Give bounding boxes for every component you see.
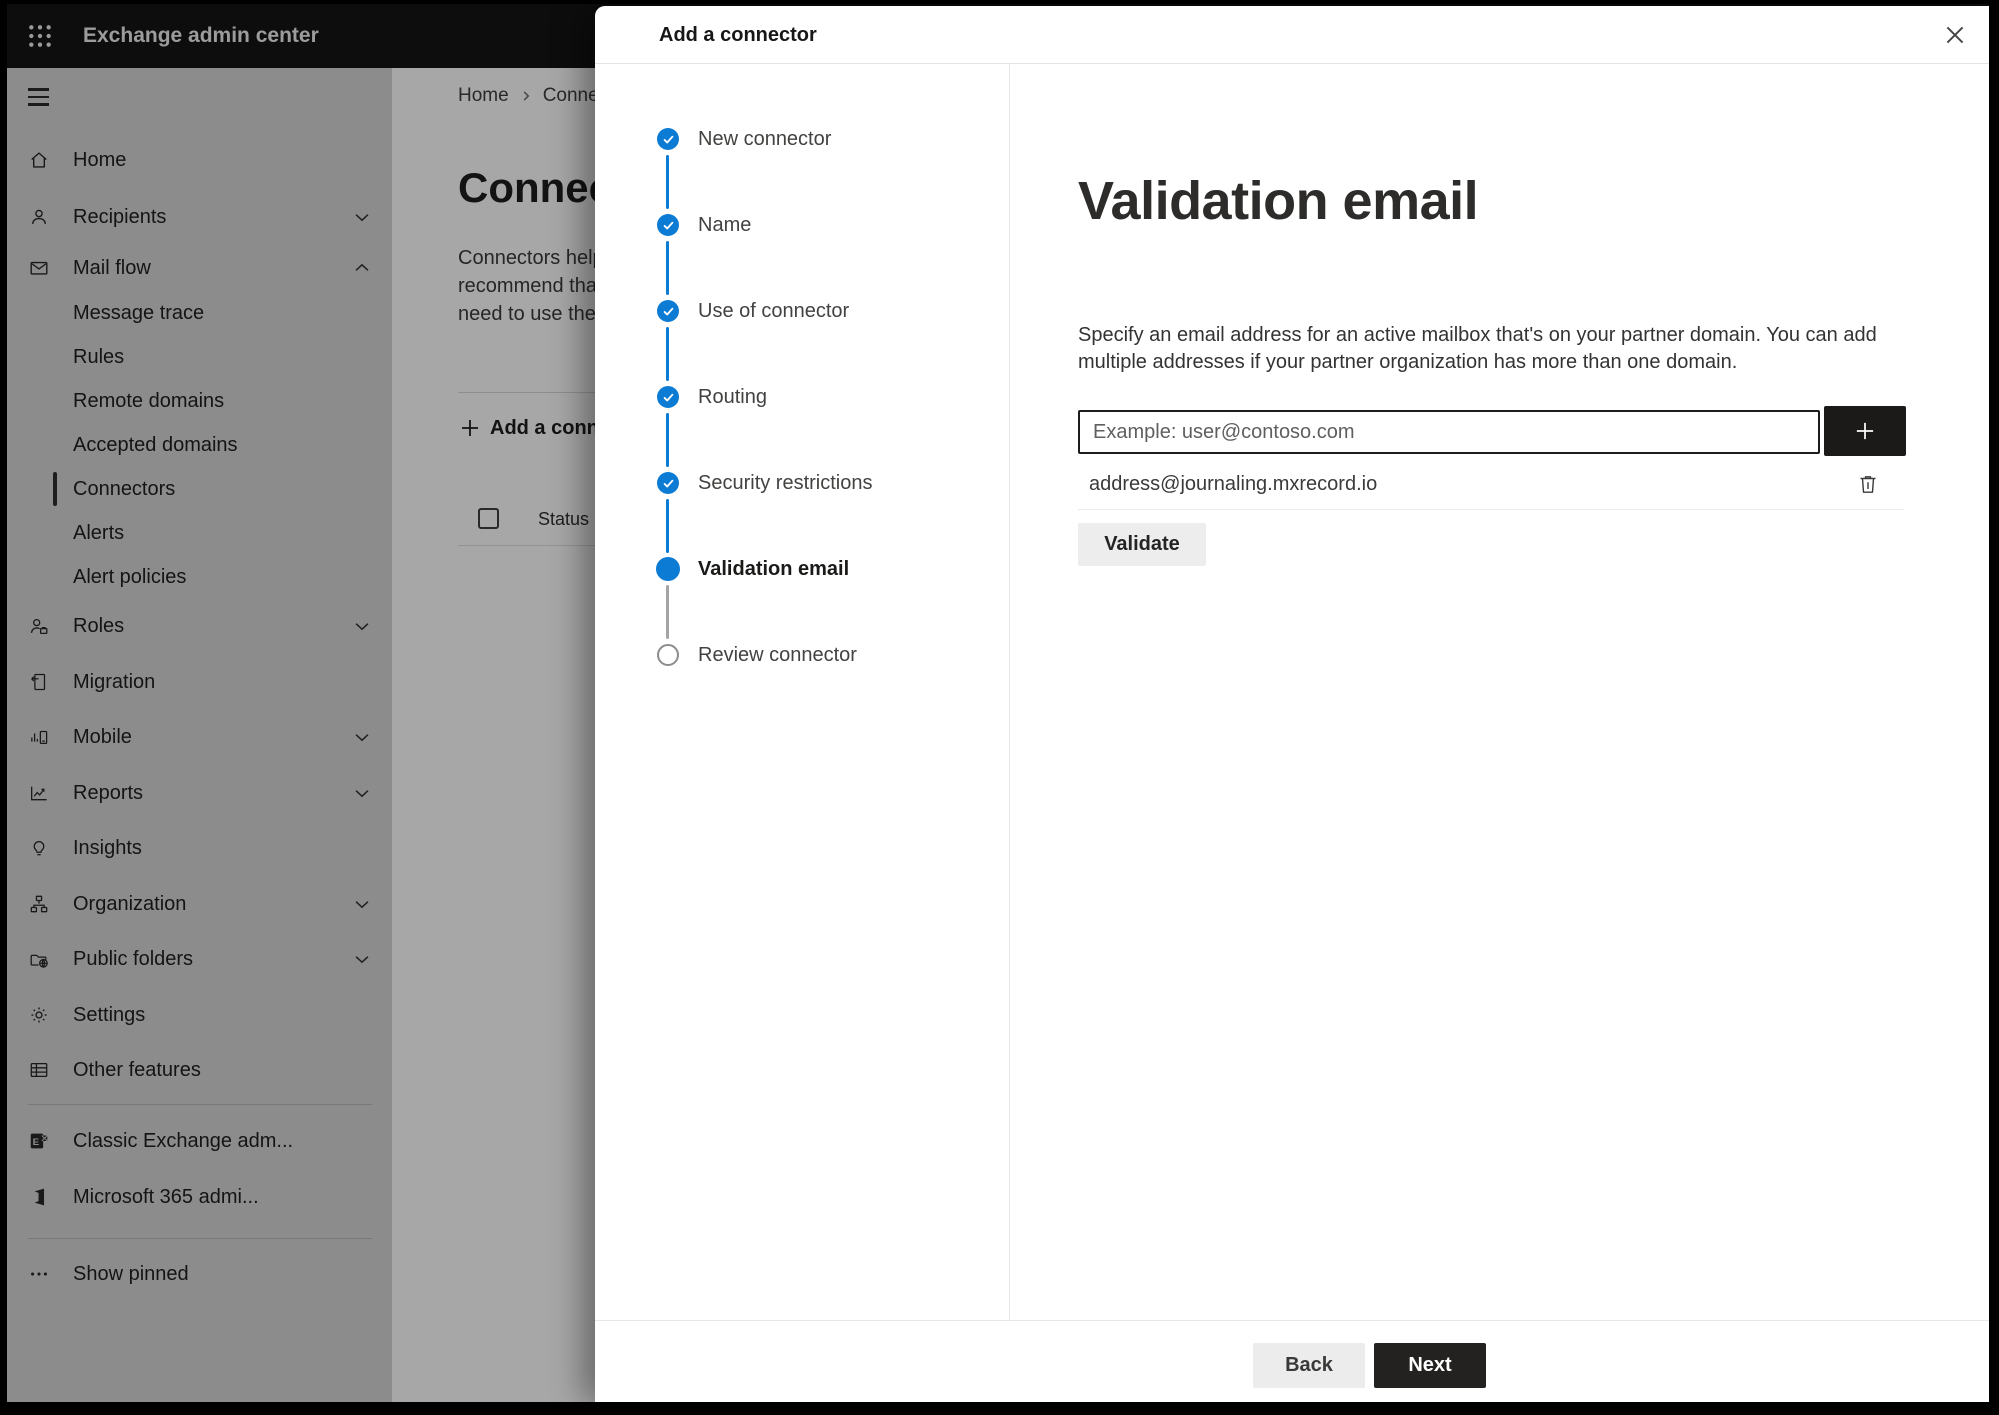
step-connector-line xyxy=(666,413,669,467)
step-validation-email[interactable]: Validation email xyxy=(595,553,1009,585)
dialog-content: Validation email Specify an email addres… xyxy=(1010,64,1989,1320)
plus-icon xyxy=(1856,422,1874,440)
step-connector-line xyxy=(666,241,669,295)
step-complete-check-icon xyxy=(657,300,679,322)
step-new-connector[interactable]: New connector xyxy=(595,123,1009,155)
screen: Exchange admin center Home Recipients Ma… xyxy=(7,4,1989,1402)
next-button[interactable]: Next xyxy=(1374,1343,1486,1388)
step-complete-check-icon xyxy=(657,472,679,494)
step-label: Review connector xyxy=(698,644,857,666)
step-label: Use of connector xyxy=(698,300,850,322)
step-routing[interactable]: Routing xyxy=(595,381,1009,413)
added-address-row: address@journaling.mxrecord.io xyxy=(1078,460,1904,510)
step-label: Routing xyxy=(698,386,767,408)
validation-email-heading: Validation email xyxy=(1078,171,1479,231)
step-connector-line xyxy=(666,585,669,639)
validation-email-input[interactable] xyxy=(1078,410,1820,454)
step-complete-check-icon xyxy=(657,214,679,236)
step-review-connector[interactable]: Review connector xyxy=(595,639,1009,671)
step-label: New connector xyxy=(698,128,832,150)
step-complete-check-icon xyxy=(657,386,679,408)
add-connector-dialog: Add a connector New connector Name Use o… xyxy=(595,6,1989,1402)
step-label: Security restrictions xyxy=(698,472,873,494)
step-upcoming-dot xyxy=(657,644,679,666)
dialog-footer: Back Next xyxy=(595,1320,1989,1402)
step-connector-line xyxy=(666,155,669,209)
dialog-title: Add a connector xyxy=(659,24,817,46)
step-label: Name xyxy=(698,214,752,236)
close-icon[interactable] xyxy=(1941,21,1969,49)
step-current-dot xyxy=(656,557,680,581)
step-connector-line xyxy=(666,499,669,553)
step-label: Validation email xyxy=(698,558,850,580)
back-button[interactable]: Back xyxy=(1253,1343,1365,1388)
trash-icon[interactable] xyxy=(1856,472,1880,496)
validate-button[interactable]: Validate xyxy=(1078,523,1206,566)
add-address-button[interactable] xyxy=(1824,406,1906,456)
step-connector-line xyxy=(666,327,669,381)
validation-email-description: Specify an email address for an active m… xyxy=(1078,324,1877,373)
step-complete-check-icon xyxy=(657,128,679,150)
step-security-restrictions[interactable]: Security restrictions xyxy=(595,467,1009,499)
dialog-header: Add a connector xyxy=(595,6,1989,64)
step-use-of-connector[interactable]: Use of connector xyxy=(595,295,1009,327)
added-address-text: address@journaling.mxrecord.io xyxy=(1089,473,1378,495)
wizard-steps: New connector Name Use of connector Rout… xyxy=(595,64,1010,1320)
step-name[interactable]: Name xyxy=(595,209,1009,241)
